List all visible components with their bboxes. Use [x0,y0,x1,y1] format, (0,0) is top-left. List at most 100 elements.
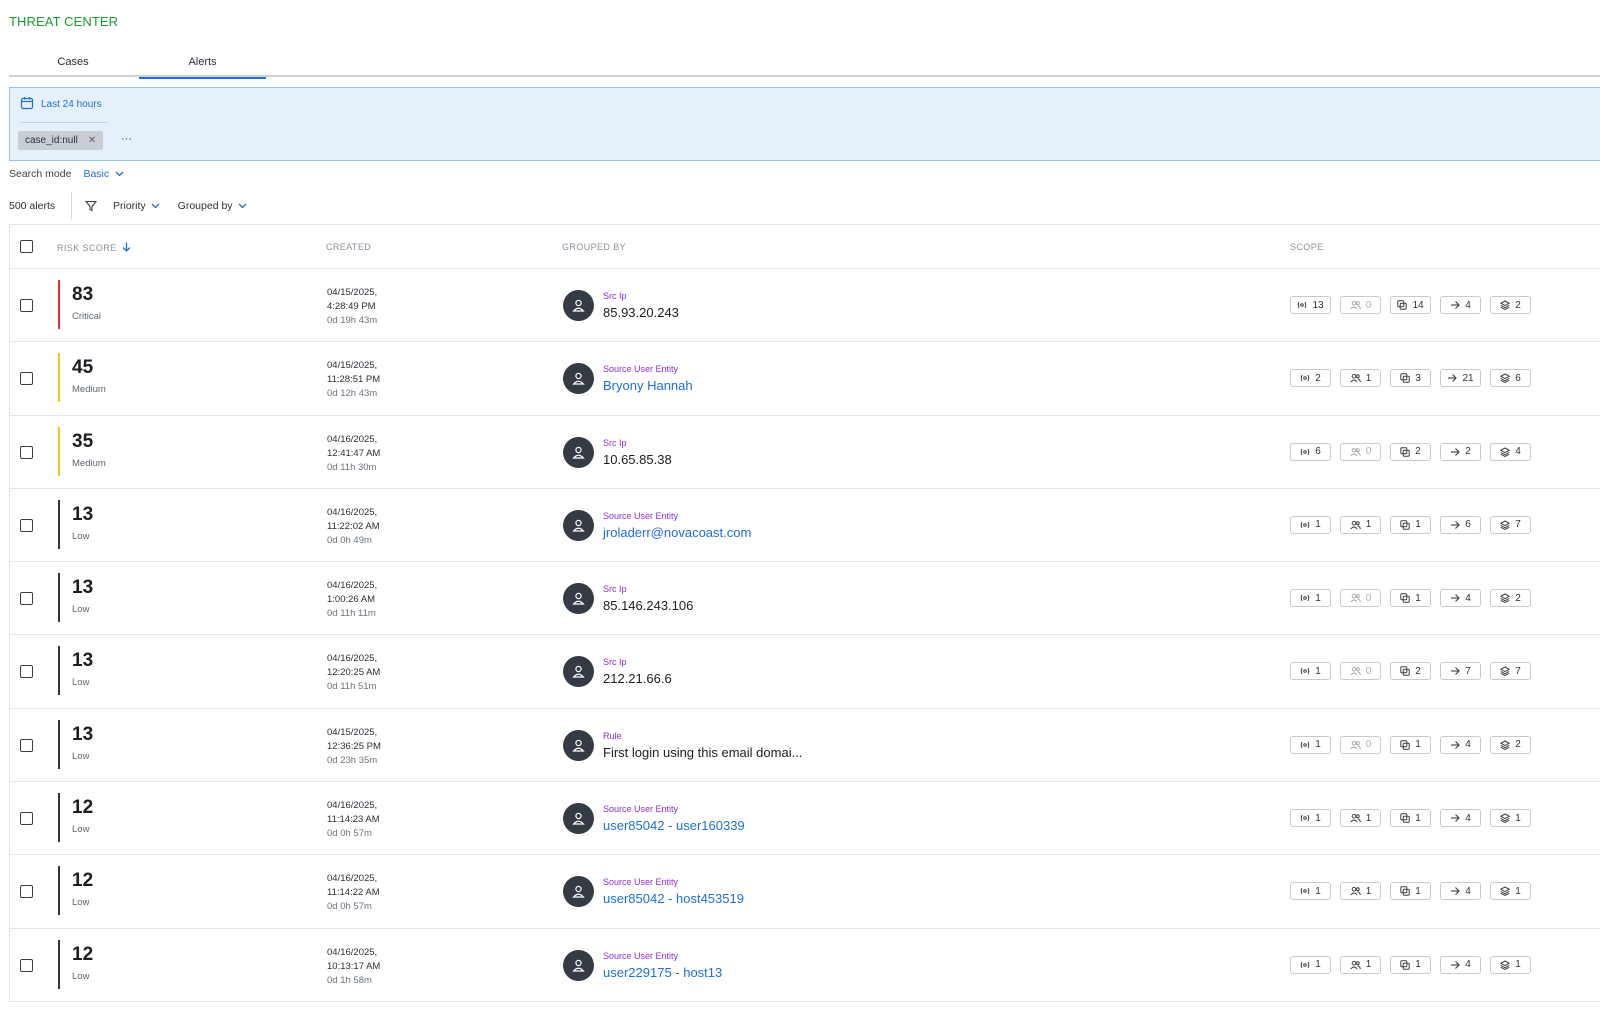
table-row[interactable]: 12 Low 04/16/2025, 11:14:22 AM 0d 0h 57m Sour… [10,855,1600,929]
scope-pill[interactable]: 2 [1390,662,1431,681]
row-checkbox[interactable] [20,372,33,386]
scope-pill[interactable]: 3 [1390,369,1431,388]
scope-pill[interactable]: 1 [1340,515,1381,534]
priority-dropdown[interactable]: Priority [113,200,160,212]
scope-pill[interactable]: 1 [1290,735,1331,754]
scope-pill[interactable]: 6 [1290,442,1331,461]
close-icon[interactable]: ✕ [88,135,96,146]
scope-pill[interactable]: 1 [1490,809,1531,828]
row-checkbox[interactable] [20,958,33,972]
column-scope[interactable]: SCOPE [1290,242,1324,252]
scope-pill[interactable]: 2 [1490,589,1531,608]
group-value[interactable]: user85042 - host453519 [603,891,744,906]
group-value[interactable]: user85042 - user160339 [603,818,745,833]
severity-indicator [58,793,60,843]
table-row[interactable]: 13 Low 04/15/2025, 12:36:25 PM 0d 23h 35m Rul… [10,709,1600,783]
row-checkbox[interactable] [20,445,33,459]
scope-pill[interactable]: 2 [1490,296,1531,314]
calendar-icon [20,96,34,113]
scope-pill[interactable]: 7 [1440,662,1481,681]
scope-pill[interactable]: 1 [1290,955,1331,974]
scope-pill[interactable]: 0 [1340,442,1381,461]
scope-pill[interactable]: 1 [1390,955,1431,974]
scope-pill[interactable]: 4 [1440,955,1481,974]
search-mode-select[interactable]: Basic [83,168,124,180]
scope-pill[interactable]: 4 [1440,882,1481,901]
tab-alerts[interactable]: Alerts [139,46,266,79]
row-checkbox[interactable] [20,518,33,532]
column-risk-score[interactable]: RISK SCORE [57,242,131,254]
table-row[interactable]: 13 Low 04/16/2025, 11:22:02 AM 0d 0h 49m Sour… [10,489,1600,563]
scope-pill[interactable]: 6 [1440,515,1481,534]
group-value[interactable]: user229175 - host13 [603,965,722,980]
filter-bar: Last 24 hours case_id:null ✕ ··· [9,87,1600,161]
scope-pill[interactable]: 1 [1390,882,1431,901]
grouped-by-dropdown[interactable]: Grouped by [178,200,247,212]
table-row[interactable]: 12 Low 04/16/2025, 11:14:23 AM 0d 0h 57m Sour… [10,782,1600,856]
funnel-icon[interactable] [85,200,97,212]
scope-pill[interactable]: 4 [1440,296,1481,314]
scope-pill[interactable]: 1 [1290,882,1331,901]
scope-pill[interactable]: 6 [1490,369,1531,388]
group-value[interactable]: Bryony Hannah [603,378,693,393]
table-row[interactable]: 13 Low 04/16/2025, 1:00:26 AM 0d 11h 11m Src … [10,562,1600,636]
scope-pill[interactable]: 0 [1340,296,1381,314]
select-all-checkbox[interactable] [20,240,33,253]
scope-pill[interactable]: 0 [1340,735,1381,754]
more-filters-button[interactable]: ··· [121,133,132,145]
column-created[interactable]: CREATED [326,242,371,252]
scope-pill[interactable]: 1 [1490,955,1531,974]
scope-pill[interactable]: 4 [1440,809,1481,828]
scope-pill[interactable]: 1 [1340,955,1381,974]
table-row[interactable]: 12 Low 04/16/2025, 10:13:17 AM 0d 1h 58m Sour… [10,929,1600,1002]
created-time: 11:14:22 AM [327,887,380,899]
row-checkbox[interactable] [20,812,33,826]
users-icon [1350,886,1361,896]
scope-pill[interactable]: 1 [1490,882,1531,901]
scope-pill[interactable]: 13 [1290,296,1331,314]
scope-pill[interactable]: 4 [1440,735,1481,754]
scope-pill[interactable]: 4 [1440,589,1481,608]
row-checkbox[interactable] [20,738,33,752]
created-date: 04/16/2025, [327,506,378,518]
scope-pill[interactable]: 14 [1390,296,1431,314]
date-range-button[interactable]: Last 24 hours [20,96,102,113]
table-row[interactable]: 13 Low 04/16/2025, 12:20:25 AM 0d 11h 51m Src… [10,635,1600,709]
scope-pill[interactable]: 1 [1340,809,1381,828]
scope-pill[interactable]: 2 [1440,442,1481,461]
group-value[interactable]: jroladerr@novacoast.com [603,525,751,540]
scope-pill[interactable]: 1 [1390,589,1431,608]
column-grouped-by[interactable]: GROUPED BY [562,242,626,252]
scope-pill[interactable]: 7 [1490,662,1531,681]
scope-pill[interactable]: 1 [1390,809,1431,828]
scope-pill[interactable]: 1 [1290,589,1331,608]
scope-pill[interactable]: 4 [1490,442,1531,461]
signal-icon [1300,373,1310,383]
row-checkbox[interactable] [20,885,33,899]
scope-pill[interactable]: 7 [1490,515,1531,534]
scope-pill[interactable]: 0 [1340,662,1381,681]
row-checkbox[interactable] [20,299,33,312]
scope-pill[interactable]: 2 [1390,442,1431,461]
row-checkbox[interactable] [20,592,33,606]
filter-chip[interactable]: case_id:null ✕ [18,131,104,150]
scope-pill[interactable]: 1 [1290,515,1331,534]
scope-count: 1 [1415,592,1421,604]
scope-pill[interactable]: 1 [1290,809,1331,828]
scope-pill[interactable]: 1 [1340,882,1381,901]
scope-pill[interactable]: 0 [1340,589,1381,608]
scope-pill[interactable]: 21 [1440,369,1481,388]
scope-pill[interactable]: 2 [1290,369,1331,388]
table-header: RISK SCORE CREATED GROUPED BY SCOPE [10,224,1600,269]
scope-pill[interactable]: 1 [1390,515,1431,534]
table-row[interactable]: 83 Critical 04/15/2025, 4:28:49 PM 0d 19h 43… [10,269,1600,343]
scope-pill[interactable]: 2 [1490,735,1531,754]
table-row[interactable]: 45 Medium 04/15/2025, 11:28:51 PM 0d 12h 43m… [10,342,1600,416]
scope-pill[interactable]: 1 [1340,369,1381,388]
tab-cases[interactable]: Cases [9,46,137,77]
avatar [563,876,594,908]
scope-pill[interactable]: 1 [1390,735,1431,754]
row-checkbox[interactable] [20,665,33,679]
scope-pill[interactable]: 1 [1290,662,1331,681]
table-row[interactable]: 35 Medium 04/16/2025, 12:41:47 AM 0d 11h 30m… [10,416,1600,489]
